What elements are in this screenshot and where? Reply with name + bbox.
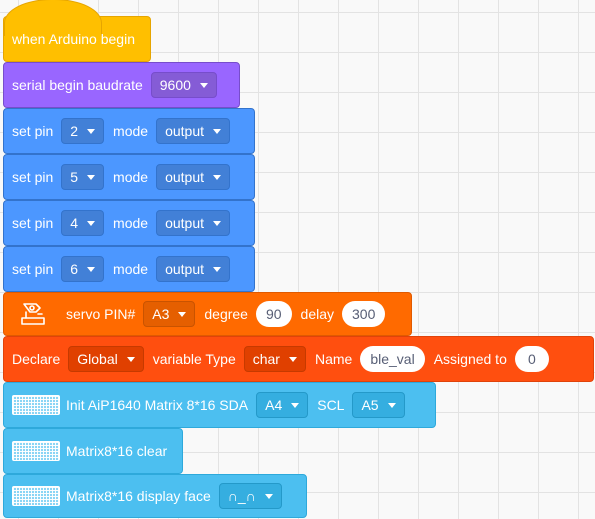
- assigned-value-input[interactable]: 0: [514, 346, 549, 372]
- chevron-down-icon: [288, 356, 297, 362]
- set-pin-label: set pin: [12, 215, 54, 231]
- mode-label: mode: [113, 123, 149, 139]
- mode-label: mode: [113, 261, 149, 277]
- mode-label: mode: [113, 215, 149, 231]
- type-dropdown[interactable]: char: [243, 346, 306, 372]
- scl-dropdown[interactable]: A5: [352, 392, 405, 418]
- type-value: char: [252, 351, 280, 367]
- set-pin-block[interactable]: set pin 6 mode output: [3, 246, 255, 292]
- matrix-clear-label: Matrix8*16 clear: [66, 443, 168, 459]
- serial-begin-block[interactable]: serial begin baudrate 9600: [3, 62, 240, 108]
- pin-value: 2: [70, 123, 79, 139]
- led-matrix-icon: [12, 395, 60, 415]
- matrix-clear-block[interactable]: Matrix8*16 clear: [3, 428, 183, 474]
- set-pin-block[interactable]: set pin 4 mode output: [3, 200, 255, 246]
- delay-label: delay: [300, 306, 335, 322]
- servo-motor-icon: [21, 303, 45, 325]
- chevron-down-icon: [264, 493, 273, 499]
- chevron-down-icon: [87, 266, 96, 272]
- pin-dropdown[interactable]: 2: [61, 118, 105, 144]
- chevron-down-icon: [213, 266, 222, 272]
- chevron-down-icon: [178, 311, 187, 317]
- mode-label: mode: [113, 169, 149, 185]
- scl-value: A5: [361, 397, 379, 413]
- pin-dropdown[interactable]: 5: [61, 164, 105, 190]
- pin-value: 4: [70, 215, 79, 231]
- mode-value: output: [165, 123, 205, 139]
- face-dropdown[interactable]: ∩_∩: [218, 483, 282, 509]
- scl-label: SCL: [317, 397, 345, 413]
- chevron-down-icon: [87, 174, 96, 180]
- pin-dropdown[interactable]: 4: [61, 210, 105, 236]
- mode-dropdown[interactable]: output: [156, 164, 231, 190]
- set-pin-label: set pin: [12, 169, 54, 185]
- matrix-face-label: Matrix8*16 display face: [66, 488, 211, 504]
- delay-input[interactable]: 300: [342, 301, 386, 327]
- assigned-to-label: Assigned to: [433, 351, 507, 367]
- chevron-down-icon: [213, 174, 222, 180]
- mode-value: output: [165, 261, 205, 277]
- pin-dropdown[interactable]: 6: [61, 256, 105, 282]
- mode-value: output: [165, 215, 205, 231]
- scope-value: Global: [77, 351, 118, 367]
- when-arduino-begin-block[interactable]: when Arduino begin: [3, 0, 151, 62]
- matrix-init-block[interactable]: Init AiP1640 Matrix 8*16 SDA A4 SCL A5: [3, 382, 436, 428]
- declare-variable-block[interactable]: Declare Global variable Type char Name b…: [3, 336, 594, 382]
- sda-value: A4: [265, 397, 283, 413]
- baud-dropdown[interactable]: 9600: [150, 72, 217, 98]
- degree-label: degree: [204, 306, 248, 322]
- set-pin-label: set pin: [12, 123, 54, 139]
- led-matrix-icon: [12, 486, 60, 506]
- chevron-down-icon: [87, 128, 96, 134]
- matrix-display-face-block[interactable]: Matrix8*16 display face ∩_∩: [3, 474, 307, 518]
- serial-label: serial begin baudrate: [12, 77, 143, 93]
- set-pin-block[interactable]: set pin 5 mode output: [3, 154, 255, 200]
- chevron-down-icon: [213, 220, 222, 226]
- set-pin-block[interactable]: set pin 2 mode output: [3, 108, 255, 154]
- chevron-down-icon: [387, 402, 396, 408]
- variable-type-label: variable Type: [152, 351, 236, 367]
- chevron-down-icon: [213, 128, 222, 134]
- pin-value: 5: [70, 169, 79, 185]
- declare-label: Declare: [12, 351, 61, 367]
- chevron-down-icon: [291, 402, 300, 408]
- servo-pin-dropdown[interactable]: A3: [143, 301, 196, 327]
- scope-dropdown[interactable]: Global: [68, 346, 144, 372]
- pin-value: 6: [70, 261, 79, 277]
- variable-name-input[interactable]: ble_val: [360, 346, 425, 372]
- face-value: ∩_∩: [227, 488, 256, 504]
- hat-label: when Arduino begin: [12, 31, 135, 47]
- set-pin-label: set pin: [12, 261, 54, 277]
- mode-value: output: [165, 169, 205, 185]
- servo-block[interactable]: servo PIN# A3 degree 90 delay 300: [3, 292, 412, 336]
- chevron-down-icon: [199, 82, 208, 88]
- servo-pin-value: A3: [152, 306, 170, 322]
- mode-dropdown[interactable]: output: [156, 118, 231, 144]
- sda-dropdown[interactable]: A4: [256, 392, 309, 418]
- baud-value: 9600: [159, 77, 191, 93]
- degree-input[interactable]: 90: [255, 301, 292, 327]
- mode-dropdown[interactable]: output: [156, 210, 231, 236]
- chevron-down-icon: [87, 220, 96, 226]
- led-matrix-icon: [12, 441, 60, 461]
- chevron-down-icon: [126, 356, 135, 362]
- servo-pin-label: servo PIN#: [66, 306, 136, 322]
- name-label: Name: [314, 351, 353, 367]
- mode-dropdown[interactable]: output: [156, 256, 231, 282]
- matrix-init-label: Init AiP1640 Matrix 8*16 SDA: [66, 397, 249, 413]
